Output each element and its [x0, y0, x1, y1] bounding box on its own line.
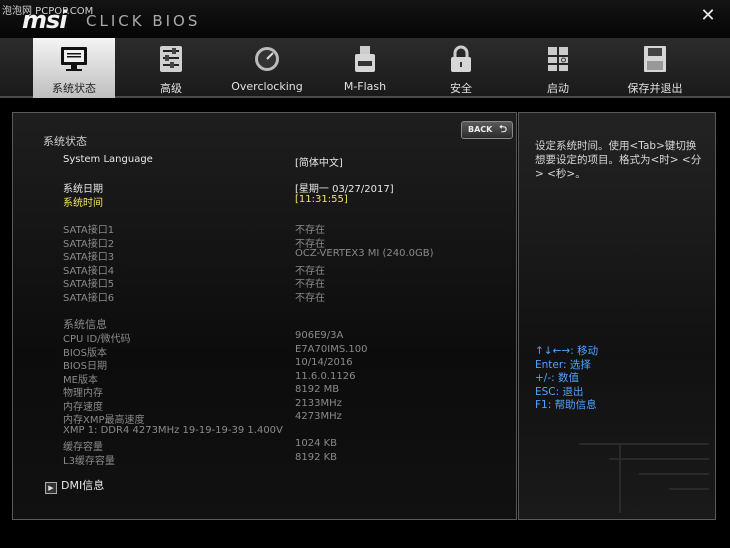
sata-port-label: SATA接口6 — [63, 293, 115, 304]
system-time-label[interactable]: 系统时间 — [63, 194, 103, 209]
system-language-value[interactable]: [简体中文] — [295, 154, 343, 169]
tab-security[interactable]: 安全 — [420, 38, 502, 98]
system-language-label[interactable]: System Language — [63, 154, 153, 165]
sliders-icon — [160, 46, 182, 72]
info-label: 物理内存 — [63, 388, 103, 399]
sata-port-value: 不存在 — [295, 225, 325, 236]
save-disk-icon — [644, 46, 666, 72]
info-value: 10/14/2016 — [295, 357, 353, 368]
section-title: 系统状态 — [43, 135, 87, 148]
tab-label: 启动 — [547, 82, 569, 95]
boot-icon — [548, 47, 568, 71]
help-panel: 设定系统时间。使用<Tab>键切换想要设定的项目。格式为<时> <分> <秒>。… — [518, 112, 716, 520]
close-button[interactable]: ✕ — [698, 6, 718, 26]
tab-save-exit[interactable]: 保存并退出 — [614, 38, 696, 98]
monitor-icon — [61, 47, 87, 71]
play-arrow-icon: ▶ — [45, 482, 57, 494]
sata-port-value: OCZ-VERTEX3 MI (240.0GB) — [295, 248, 434, 259]
sata-port-label: SATA接口3 — [63, 252, 115, 263]
circuit-trace — [609, 458, 709, 460]
info-value: 4273MHz — [295, 411, 342, 422]
click-bios-logo: CLICK BIOS — [86, 12, 201, 30]
info-label: CPU ID/微代码 — [63, 334, 131, 345]
info-label: BIOS日期 — [63, 361, 108, 372]
info-label: 内存XMP最高速度 — [63, 415, 145, 426]
sata-port-value: 不存在 — [295, 293, 325, 304]
cache-label: L3缓存容量 — [63, 456, 115, 467]
tab-label: 高级 — [160, 82, 182, 95]
circuit-trace — [639, 473, 709, 475]
tab-system-status[interactable]: 系统状态 — [33, 38, 115, 98]
msi-logo: msi — [22, 6, 68, 34]
sata-port-value: 不存在 — [295, 279, 325, 290]
help-key: F1: 帮助信息 — [535, 399, 597, 411]
system-date-label[interactable]: 系统日期 — [63, 180, 103, 195]
circuit-trace — [579, 443, 709, 445]
help-key: ↑↓←→: 移动 — [535, 345, 599, 357]
help-description: 设定系统时间。使用<Tab>键切换想要设定的项目。格式为<时> <分> <秒>。 — [535, 140, 702, 180]
lock-icon — [451, 45, 471, 72]
circuit-trace — [619, 443, 621, 513]
main-nav: 系统状态 高级 Overclocking M-Flash 安全 启动 保存并退出 — [0, 38, 730, 98]
circuit-trace — [669, 488, 709, 490]
info-value: 11.6.0.1126 — [295, 371, 356, 382]
dmi-label: DMI信息 — [61, 479, 105, 492]
tab-overclocking[interactable]: Overclocking — [226, 38, 308, 98]
back-label: BACK — [468, 125, 493, 134]
cache-label: 缓存容量 — [63, 442, 103, 453]
tab-label: 安全 — [450, 82, 472, 95]
info-value: 8192 MB — [295, 384, 340, 395]
dmi-info-button[interactable]: ▶ DMI信息 — [45, 477, 104, 494]
tab-label: Overclocking — [231, 80, 303, 93]
info-value: 2133MHz — [295, 398, 342, 409]
top-bar: 泡泡网 PCPOP.COM msi CLICK BIOS ✕ — [0, 0, 730, 38]
tab-label: M-Flash — [343, 80, 387, 93]
xmp-profile-line: XMP 1: DDR4 4273MHz 19-19-19-39 1.400V — [63, 425, 283, 436]
tab-label: 系统状态 — [52, 82, 96, 95]
gauge-icon — [255, 47, 279, 71]
system-time-value[interactable]: [11:31:55] — [295, 194, 348, 205]
back-button[interactable]: BACK ⮌ — [461, 121, 513, 139]
tab-m-flash[interactable]: M-Flash — [324, 38, 406, 98]
tab-advanced[interactable]: 高级 — [130, 38, 212, 98]
info-value: E7A70IMS.100 — [295, 344, 368, 355]
main-panel: 系统状态 BACK ⮌ System Language [简体中文] 系统日期 … — [12, 112, 517, 520]
sata-port-label: SATA接口1 — [63, 225, 115, 236]
sata-port-label: SATA接口5 — [63, 279, 115, 290]
cache-value: 8192 KB — [295, 452, 338, 463]
close-icon: ✕ — [700, 5, 716, 26]
tab-label: 保存并退出 — [627, 82, 683, 95]
usb-flash-icon — [355, 46, 375, 72]
help-key: +/-: 数值 — [535, 372, 579, 384]
system-date-value[interactable]: [星期一 03/27/2017] — [295, 180, 394, 195]
info-value: 906E9/3A — [295, 330, 344, 341]
cache-value: 1024 KB — [295, 438, 338, 449]
tab-boot[interactable]: 启动 — [517, 38, 599, 98]
return-arrow-icon: ⮌ — [498, 124, 507, 135]
